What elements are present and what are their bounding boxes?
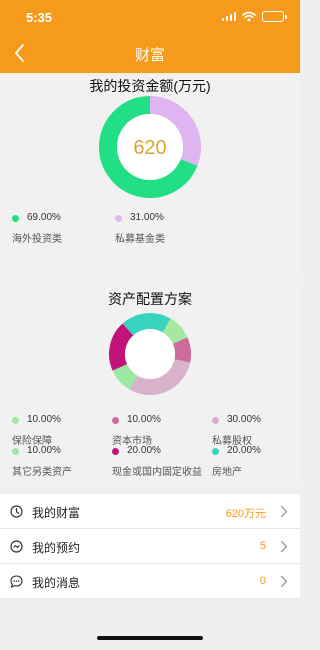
investment-legend-label: 私募基金类 (115, 234, 165, 245)
allocation-legend-label: 其它另类资产 (12, 467, 72, 478)
menu-item[interactable]: 我的预约 5 (0, 529, 300, 564)
clock-icon (10, 505, 23, 518)
status-time: 5:35 (26, 10, 53, 25)
menu-item-value: 5 (259, 540, 266, 552)
allocation-segment-6 (122, 313, 171, 336)
investment-legend-percent: 69.00% (27, 212, 61, 223)
allocation-legend-percent: 30.00% (227, 414, 261, 425)
allocation-legend-swatch (212, 448, 219, 455)
allocation-legend-swatch (212, 417, 219, 424)
app-header: 5:35 财富 (0, 0, 300, 73)
allocation-legend-swatch (12, 448, 19, 455)
allocation-legend-swatch (12, 417, 19, 424)
investment-total-value: 620 (133, 137, 166, 159)
investment-legend-swatch (12, 215, 19, 222)
menu-item-label: 我的消息 (32, 576, 81, 590)
home-indicator (97, 636, 203, 640)
investment-legend-percent: 31.00% (130, 212, 164, 223)
allocation-donut-center (125, 329, 175, 379)
allocation-segment-2 (172, 337, 191, 363)
allocation-legend-percent: 20.00% (227, 445, 261, 456)
allocation-legend-percent: 10.00% (27, 414, 61, 425)
menu-item-label: 我的预约 (32, 541, 81, 555)
allocation-legend-swatch (112, 417, 119, 424)
menu-item-value: 620万元 (225, 508, 266, 520)
status-icons (221, 11, 287, 22)
status-bar: 5:35 (0, 0, 300, 34)
investment-legend-swatch (115, 215, 122, 222)
menu-item-label: 我的财富 (32, 506, 81, 520)
allocation-legend-percent: 20.00% (127, 445, 161, 456)
page-title: 财富 (134, 47, 165, 64)
allocation-title: 资产配置方案 (108, 291, 192, 307)
allocation-legend-percent: 10.00% (127, 414, 161, 425)
allocation-donut-chart (109, 313, 191, 395)
signal-icon (221, 12, 236, 21)
chevron-right-icon (280, 505, 288, 518)
investment-legend-label: 海外投资类 (12, 234, 62, 245)
allocation-legend-percent: 10.00% (27, 445, 61, 456)
chevron-right-icon (280, 575, 288, 588)
chevron-right-icon (280, 540, 288, 553)
battery-icon (262, 11, 287, 22)
menu-item[interactable]: 我的财富 620万元 (0, 494, 300, 529)
investment-title: 我的投资金额(万元) (89, 78, 211, 94)
nav-bar: 财富 (0, 34, 300, 73)
message-icon (10, 575, 23, 588)
allocation-legend-swatch (112, 448, 119, 455)
calendar-icon (10, 540, 23, 553)
allocation-legend-label: 房地产 (212, 467, 242, 478)
investment-donut-chart: 620 (99, 96, 201, 198)
allocation-legend-label: 现金或国内固定收益 (112, 467, 202, 478)
menu-list: 我的财富 620万元我的预约 5 我的消息 0 (0, 494, 300, 599)
menu-item-value: 0 (259, 575, 266, 587)
menu-item[interactable]: 我的消息 0 (0, 564, 300, 599)
wifi-icon (242, 11, 256, 22)
